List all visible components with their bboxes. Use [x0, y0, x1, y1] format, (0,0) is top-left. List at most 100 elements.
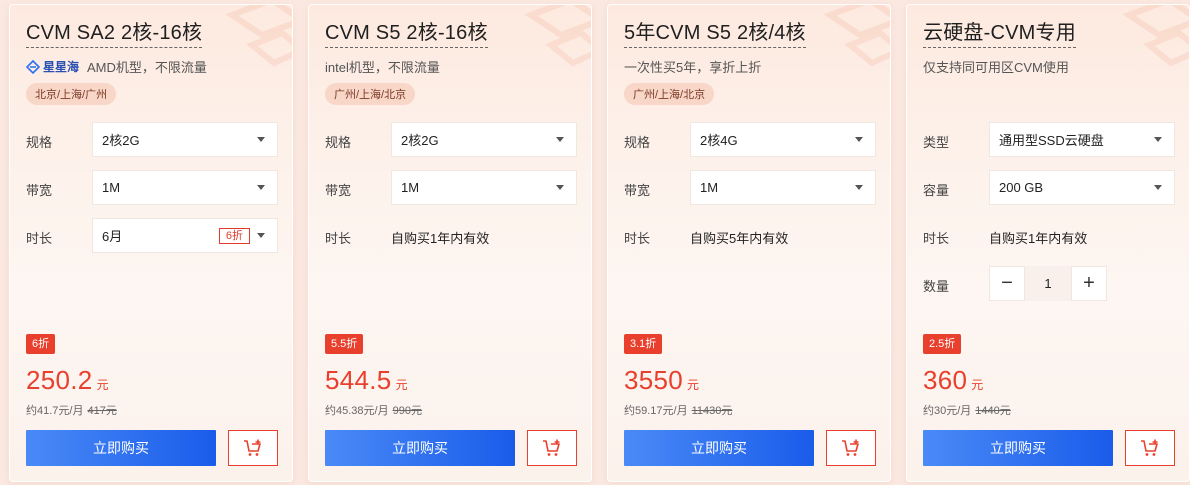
per-month-price: 约45.38元/月 990元: [325, 402, 422, 418]
per-month-value: 约45.38元/月: [325, 405, 389, 417]
decorative-cube-icon: [823, 5, 890, 67]
bandwidth-select[interactable]: 1M: [690, 170, 876, 205]
card-title[interactable]: CVM S5 2核-16核: [325, 20, 488, 48]
add-to-cart-button[interactable]: [228, 430, 278, 466]
price-unit: 元: [971, 378, 984, 392]
duration-label: 时长: [26, 231, 53, 246]
bandwidth-select-value: 1M: [401, 180, 420, 195]
price-unit: 元: [96, 378, 109, 392]
card-subtitle: 一次性买5年，享折上折: [624, 57, 761, 76]
disk-type-select-value: 通用型SSD云硬盘: [999, 133, 1104, 148]
original-price: 417元: [87, 405, 117, 417]
card-subtitle: intel机型，不限流量: [325, 57, 440, 76]
card-subtitle: 仅支持同可用区CVM使用: [923, 57, 1069, 76]
quantity-stepper: − 1 +: [989, 266, 1107, 301]
type-label: 类型: [923, 135, 950, 150]
bandwidth-label: 带宽: [325, 183, 352, 198]
original-price: 1440元: [975, 405, 1011, 417]
product-card-5yr-cvm-s5: 5年CVM S5 2核/4核 一次性买5年，享折上折 广州/上海/北京 规格 2…: [607, 4, 891, 482]
duration-select[interactable]: 6月 6折: [92, 218, 278, 253]
per-month-value: 约30元/月: [923, 405, 972, 417]
capacity-select-value: 200 GB: [999, 180, 1044, 195]
product-card-cvm-sa2: CVM SA2 2核-16核 星星海 AMD机型，不限流量 北京/上海/广州 规…: [9, 4, 293, 482]
buy-now-button[interactable]: 立即购买: [923, 430, 1113, 466]
per-month-value: 约59.17元/月: [624, 405, 688, 417]
subtitle-text: 一次性买5年，享折上折: [624, 60, 762, 75]
chevron-down-icon: [1154, 185, 1162, 190]
bandwidth-select-value: 1M: [700, 180, 719, 195]
chevron-down-icon: [556, 137, 564, 142]
subtitle-text: 仅支持同可用区CVM使用: [923, 60, 1069, 75]
star-sea-icon: [26, 59, 40, 74]
chevron-down-icon: [257, 137, 265, 142]
quantity-value[interactable]: 1: [1025, 266, 1071, 301]
duration-value: 自购买1年内有效: [989, 231, 1088, 246]
price-value: 544.5: [325, 365, 392, 395]
add-to-cart-button[interactable]: [1125, 430, 1175, 466]
cart-plus-icon: [244, 439, 261, 456]
price: 360 元: [923, 365, 983, 396]
capacity-label: 容量: [923, 183, 950, 198]
cart-plus-icon: [1141, 439, 1158, 456]
price: 3550 元: [624, 365, 699, 396]
product-card-cvm-s5: CVM S5 2核-16核 intel机型，不限流量 广州/上海/北京 规格 2…: [308, 4, 592, 482]
card-title[interactable]: CVM SA2 2核-16核: [26, 20, 203, 48]
buy-now-button[interactable]: 立即购买: [325, 430, 515, 466]
buy-now-button[interactable]: 立即购买: [624, 430, 814, 466]
spec-select-value: 2核2G: [102, 133, 140, 148]
decorative-cube-icon: [524, 5, 591, 67]
spec-label: 规格: [624, 135, 651, 150]
chevron-down-icon: [1154, 137, 1162, 142]
discount-badge: 3.1折: [624, 334, 663, 354]
discount-badge: 6折: [26, 334, 56, 354]
price-unit: 元: [395, 378, 408, 392]
price-value: 360: [923, 365, 968, 395]
price-unit: 元: [687, 378, 700, 392]
chevron-down-icon: [855, 185, 863, 190]
duration-discount-tag: 6折: [218, 228, 250, 244]
spec-select-value: 2核2G: [401, 133, 439, 148]
region-tag: 北京/上海/广州: [26, 83, 117, 105]
bandwidth-select-value: 1M: [102, 180, 121, 195]
discount-badge: 5.5折: [325, 334, 364, 354]
per-month-price: 约59.17元/月 11430元: [624, 402, 732, 418]
card-title[interactable]: 云硬盘-CVM专用: [923, 20, 1076, 48]
price: 250.2 元: [26, 365, 109, 396]
increment-button[interactable]: +: [1071, 266, 1107, 301]
spec-select[interactable]: 2核4G: [690, 122, 876, 157]
capacity-select[interactable]: 200 GB: [989, 170, 1175, 205]
bandwidth-select[interactable]: 1M: [92, 170, 278, 205]
cart-plus-icon: [842, 439, 859, 456]
chevron-down-icon: [855, 137, 863, 142]
region-tag: 广州/上海/北京: [624, 83, 715, 105]
duration-value: 自购买1年内有效: [391, 231, 490, 246]
disk-type-select[interactable]: 通用型SSD云硬盘: [989, 122, 1175, 157]
per-month-price: 约30元/月 1440元: [923, 402, 1011, 418]
decorative-cube-icon: [1122, 5, 1189, 67]
spec-label: 规格: [26, 135, 53, 150]
chevron-down-icon: [257, 233, 265, 238]
region-tag: 广州/上海/北京: [325, 83, 416, 105]
spec-label: 规格: [325, 135, 352, 150]
card-title[interactable]: 5年CVM S5 2核/4核: [624, 20, 806, 48]
buy-now-button[interactable]: 立即购买: [26, 430, 216, 466]
original-price: 11430元: [691, 405, 733, 417]
bandwidth-select[interactable]: 1M: [391, 170, 577, 205]
spec-select-value: 2核4G: [700, 133, 738, 148]
per-month-value: 约41.7元/月: [26, 405, 84, 417]
bandwidth-label: 带宽: [624, 183, 651, 198]
brand-logo: 星星海: [26, 58, 79, 75]
duration-label: 时长: [325, 231, 352, 246]
card-subtitle: 星星海 AMD机型，不限流量: [26, 57, 207, 76]
duration-label: 时长: [923, 231, 950, 246]
cart-plus-icon: [543, 439, 560, 456]
duration-select-value: 6月: [102, 229, 123, 244]
decrement-button[interactable]: −: [989, 266, 1025, 301]
add-to-cart-button[interactable]: [527, 430, 577, 466]
price-value: 250.2: [26, 365, 93, 395]
chevron-down-icon: [556, 185, 564, 190]
brand-name: 星星海: [43, 60, 80, 74]
add-to-cart-button[interactable]: [826, 430, 876, 466]
spec-select[interactable]: 2核2G: [391, 122, 577, 157]
spec-select[interactable]: 2核2G: [92, 122, 278, 157]
